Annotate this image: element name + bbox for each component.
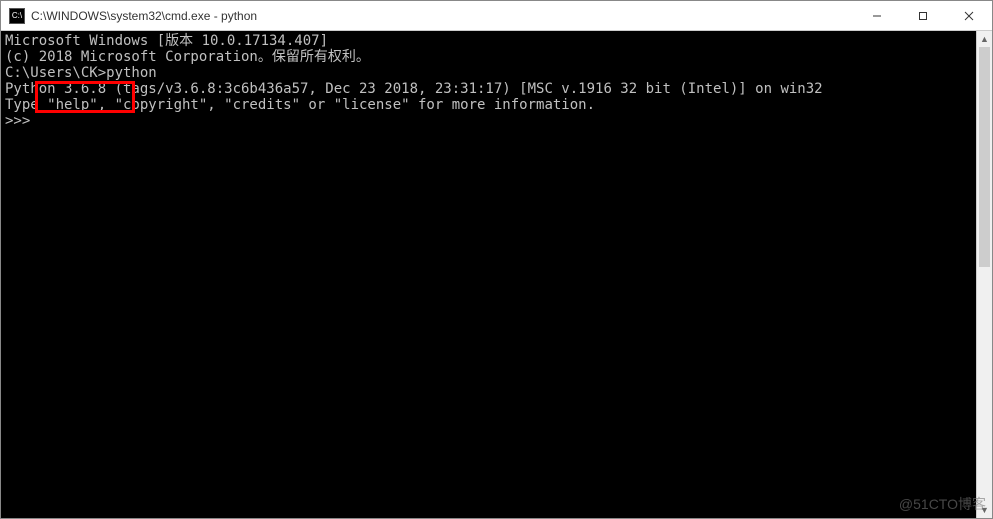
window-controls [854, 1, 992, 30]
command-prompt-window: C:\ C:\WINDOWS\system32\cmd.exe - python… [0, 0, 993, 519]
terminal-line: >>> [5, 113, 976, 129]
vertical-scrollbar[interactable]: ▲ ▼ [976, 31, 992, 518]
close-button[interactable] [946, 1, 992, 30]
maximize-button[interactable] [900, 1, 946, 30]
terminal-line: Type "help", "copyright", "credits" or "… [5, 97, 976, 113]
scroll-up-arrow-icon[interactable]: ▲ [977, 31, 992, 47]
scroll-track[interactable] [977, 47, 992, 502]
window-title: C:\WINDOWS\system32\cmd.exe - python [31, 9, 854, 23]
terminal-line: Python 3.6.8 (tags/v3.6.8:3c6b436a57, De… [5, 81, 976, 97]
terminal-line: Microsoft Windows [版本 10.0.17134.407] [5, 33, 976, 49]
terminal-line: (c) 2018 Microsoft Corporation。保留所有权利。 [5, 49, 976, 65]
terminal-line: C:\Users\CK>python [5, 65, 976, 81]
terminal-output[interactable]: Microsoft Windows [版本 10.0.17134.407](c)… [1, 31, 976, 518]
app-icon: C:\ [9, 8, 25, 24]
watermark-text: @51CTO博客 [899, 494, 986, 514]
content-area: Microsoft Windows [版本 10.0.17134.407](c)… [1, 31, 992, 518]
minimize-button[interactable] [854, 1, 900, 30]
scroll-thumb[interactable] [979, 47, 990, 267]
titlebar[interactable]: C:\ C:\WINDOWS\system32\cmd.exe - python [1, 1, 992, 31]
